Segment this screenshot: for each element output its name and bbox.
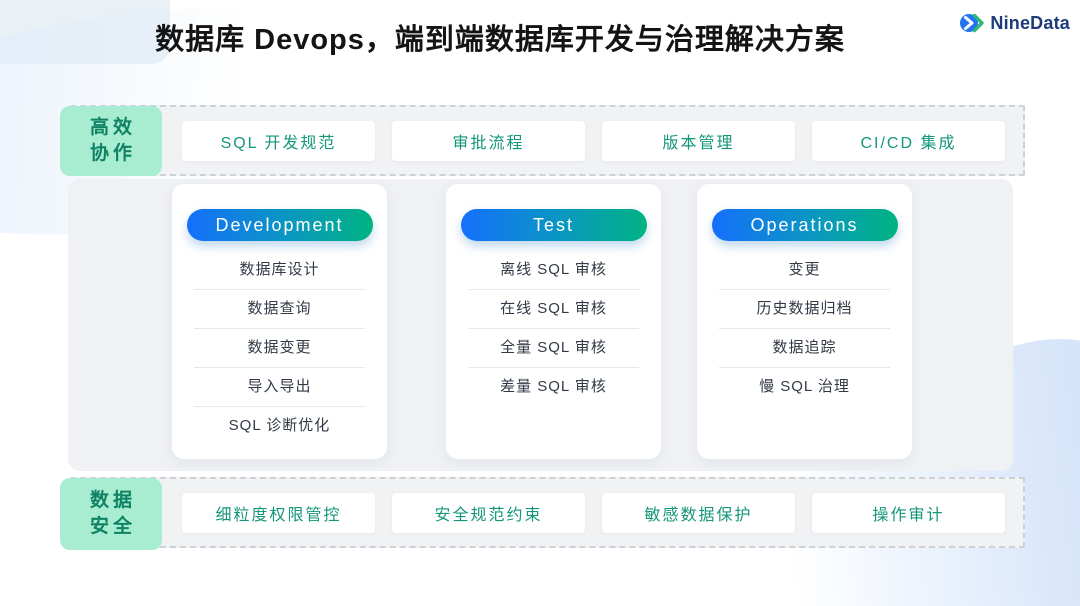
stage-item: 数据库设计 xyxy=(194,251,365,290)
stage-pill-test: Test xyxy=(460,209,647,241)
security-item-sensitive-data: 敏感数据保护 xyxy=(602,493,795,533)
stage-item: 变更 xyxy=(719,251,890,290)
collaboration-tab-line1: 高效 xyxy=(89,117,136,138)
brand-name: NineData xyxy=(990,12,1070,33)
security-items-row: 细粒度权限管控 安全规范约束 敏感数据保护 操作审计 xyxy=(182,493,1005,533)
stage-list-test: 离线 SQL 审核 在线 SQL 审核 全量 SQL 审核 差量 SQL 审核 xyxy=(446,251,661,406)
security-tab-line2: 安全 xyxy=(89,516,136,537)
brand-logo: NineData xyxy=(959,11,1070,35)
stage-item: 差量 SQL 审核 xyxy=(500,378,607,395)
security-item-permission-control: 细粒度权限管控 xyxy=(182,493,375,533)
page-title: 数据库 Devops，端到端数据库开发与治理解决方案 xyxy=(155,24,845,56)
stage-item: SQL 诊断优化 xyxy=(228,417,331,434)
collaboration-tab: 高效 协作 xyxy=(60,106,162,176)
collaboration-items-row: SQL 开发规范 审批流程 版本管理 CI/CD 集成 xyxy=(182,121,1005,161)
stage-item: 慢 SQL 治理 xyxy=(759,378,850,395)
stage-card-development: Development 数据库设计 数据查询 数据变更 导入导出 SQL 诊断优… xyxy=(172,184,387,459)
collaboration-tab-line2: 协作 xyxy=(89,143,136,164)
stage-pill-development: Development xyxy=(186,209,373,241)
stage-card-operations: Operations 变更 历史数据归档 数据追踪 慢 SQL 治理 xyxy=(697,184,912,459)
stage-item: 离线 SQL 审核 xyxy=(468,251,639,290)
stage-item: 数据变更 xyxy=(194,329,365,368)
collaboration-item-version-control: 版本管理 xyxy=(602,121,795,161)
stage-list-development: 数据库设计 数据查询 数据变更 导入导出 SQL 诊断优化 xyxy=(172,251,387,445)
collaboration-item-cicd: CI/CD 集成 xyxy=(812,121,1005,161)
security-tab: 数据 安全 xyxy=(60,478,162,550)
ninedata-logo-icon xyxy=(959,11,985,35)
collaboration-item-approval-flow: 审批流程 xyxy=(392,121,585,161)
stage-item: 数据查询 xyxy=(194,290,365,329)
stage-item: 在线 SQL 审核 xyxy=(468,290,639,329)
stage-item: 全量 SQL 审核 xyxy=(468,329,639,368)
collaboration-item-sql-standard: SQL 开发规范 xyxy=(182,121,375,161)
stage-item: 导入导出 xyxy=(194,368,365,407)
stage-item: 历史数据归档 xyxy=(719,290,890,329)
stage-pill-operations: Operations xyxy=(711,209,898,241)
stage-item: 数据追踪 xyxy=(719,329,890,368)
security-tab-line1: 数据 xyxy=(89,490,136,511)
security-item-security-rules: 安全规范约束 xyxy=(392,493,585,533)
slide-canvas: 数据库 Devops，端到端数据库开发与治理解决方案 NineData 高效 协… xyxy=(0,0,1080,606)
stage-list-operations: 变更 历史数据归档 数据追踪 慢 SQL 治理 xyxy=(697,251,912,406)
stage-card-test: Test 离线 SQL 审核 在线 SQL 审核 全量 SQL 审核 差量 SQ… xyxy=(446,184,661,459)
security-item-operation-audit: 操作审计 xyxy=(812,493,1005,533)
